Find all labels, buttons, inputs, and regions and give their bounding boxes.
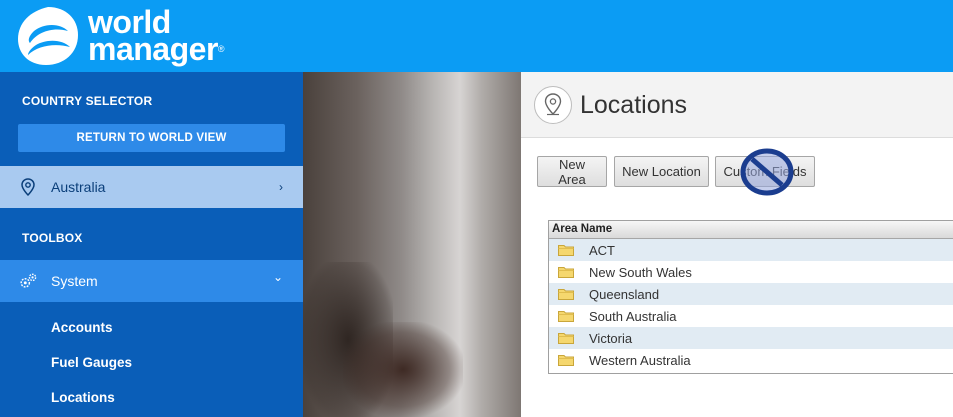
brand-name: world manager® — [88, 6, 225, 65]
area-name-cell: ACT — [589, 242, 615, 258]
sidebar-item-australia[interactable]: Australia › — [0, 166, 303, 208]
table-row[interactable]: Western Australia — [549, 349, 953, 371]
country-selector-title: COUNTRY SELECTOR — [22, 94, 153, 108]
not-allowed-cursor-icon — [740, 148, 794, 196]
background-shadow — [343, 322, 463, 417]
area-name-cell: New South Wales — [589, 264, 692, 280]
return-to-world-view-button[interactable]: RETURN TO WORLD VIEW — [18, 124, 285, 152]
brand-line-2: manager — [88, 31, 218, 67]
table-row[interactable]: ACT — [549, 239, 953, 261]
new-area-button[interactable]: New Area — [537, 156, 607, 187]
logo-drop-icon — [18, 7, 78, 65]
locations-panel: Locations New Area New Location Custom F… — [521, 72, 953, 417]
sidebar-subitem-fuel-gauges[interactable]: Fuel Gauges — [51, 355, 132, 370]
area-name-cell: South Australia — [589, 308, 677, 324]
gears-icon — [18, 271, 38, 291]
folder-icon — [558, 311, 574, 322]
area-grid: Area Name ACT New South Wales Queensland… — [548, 220, 953, 374]
world-manager-logo[interactable]: world manager® — [16, 5, 225, 67]
folder-icon — [558, 267, 574, 278]
page-title: Locations — [580, 91, 688, 119]
app-header: world manager® — [0, 0, 953, 72]
table-row[interactable]: Queensland — [549, 283, 953, 305]
sidebar: COUNTRY SELECTOR RETURN TO WORLD VIEW Au… — [0, 72, 303, 417]
chevron-down-icon: ⌄ — [272, 270, 283, 284]
area-name-cell: Queensland — [589, 286, 660, 302]
background-image — [303, 72, 521, 417]
table-row[interactable]: New South Wales — [549, 261, 953, 283]
registered-mark: ® — [217, 44, 225, 54]
area-name-cell: Western Australia — [589, 352, 691, 368]
chevron-right-icon: › — [279, 180, 283, 194]
folder-icon — [558, 289, 574, 300]
page-title-bar: Locations — [521, 72, 953, 138]
folder-icon — [558, 355, 574, 366]
toolbox-title: TOOLBOX — [22, 231, 83, 245]
sidebar-item-label: System — [51, 273, 98, 289]
column-header-area-name[interactable]: Area Name — [549, 221, 953, 239]
sidebar-subitem-locations[interactable]: Locations — [51, 390, 115, 405]
sidebar-item-system[interactable]: System ⌄ — [0, 260, 303, 302]
folder-icon — [558, 333, 574, 344]
map-pin-icon — [18, 177, 38, 197]
area-name-cell: Victoria — [589, 330, 633, 346]
grid-rows: ACT New South Wales Queensland South Aus… — [549, 239, 953, 371]
location-pin-icon — [534, 86, 572, 124]
sidebar-item-label: Australia — [51, 179, 106, 195]
sidebar-subitem-accounts[interactable]: Accounts — [51, 320, 113, 335]
new-location-button[interactable]: New Location — [614, 156, 709, 187]
table-row[interactable]: Victoria — [549, 327, 953, 349]
table-row[interactable]: South Australia — [549, 305, 953, 327]
folder-icon — [558, 245, 574, 256]
